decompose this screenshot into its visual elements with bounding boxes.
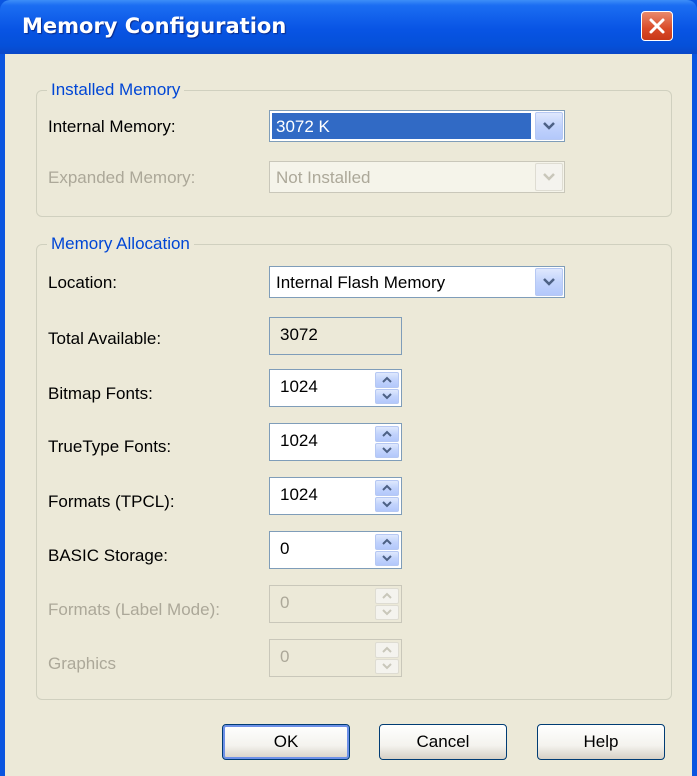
truetype-fonts-value: 1024 (280, 431, 318, 450)
basic-storage-label: BASIC Storage: (48, 546, 169, 565)
spin-up-button[interactable] (375, 426, 399, 442)
dropdown-button[interactable] (535, 163, 563, 191)
arrow-down-icon (382, 393, 392, 400)
bitmap-fonts-value: 1024 (280, 377, 318, 396)
arrow-down-icon (382, 447, 392, 454)
formats-label-mode-spinner[interactable]: 0 (269, 585, 402, 623)
graphics-label: Graphics (48, 654, 117, 673)
spin-up-button[interactable] (375, 534, 399, 550)
spin-down-button[interactable] (375, 496, 399, 512)
expanded-memory-select[interactable]: Not Installed (269, 161, 565, 193)
internal-memory-value: 3072 K (276, 117, 330, 136)
arrow-up-icon (382, 484, 392, 491)
internal-memory-select[interactable]: 3072 K (269, 110, 565, 142)
bitmap-fonts-label: Bitmap Fonts: (48, 384, 153, 403)
group-title: Memory Allocation (47, 234, 194, 254)
total-available-field: 3072 (269, 317, 402, 355)
dropdown-button[interactable] (535, 112, 563, 140)
graphics-value: 0 (280, 647, 290, 666)
spin-down-button[interactable] (375, 442, 399, 458)
arrow-down-icon (382, 609, 392, 616)
title-bar: Memory Configuration (0, 0, 697, 54)
arrow-up-icon (382, 430, 392, 437)
spin-down-button[interactable] (375, 604, 399, 620)
graphics-spinner[interactable]: 0 (269, 639, 402, 677)
total-available-label: Total Available: (48, 329, 162, 348)
spin-up-button[interactable] (375, 372, 399, 388)
formats-tpcl-spinner[interactable]: 1024 (269, 477, 402, 515)
spin-down-button[interactable] (375, 658, 399, 674)
location-label: Location: (48, 273, 117, 292)
group-title: Installed Memory (47, 80, 185, 100)
dialog-body: Installed Memory Internal Memory: 3072 K… (5, 54, 692, 776)
internal-memory-label: Internal Memory: (48, 117, 176, 136)
dropdown-button[interactable] (535, 268, 563, 296)
formats-label-mode-value: 0 (280, 593, 290, 612)
arrow-up-icon (382, 592, 392, 599)
formats-tpcl-value: 1024 (280, 485, 318, 504)
location-select[interactable]: Internal Flash Memory (269, 266, 565, 298)
spin-up-button[interactable] (375, 588, 399, 604)
cancel-button[interactable]: Cancel (379, 724, 507, 760)
arrow-up-icon (382, 646, 392, 653)
arrow-down-icon (382, 663, 392, 670)
chevron-down-icon (543, 122, 555, 130)
close-button[interactable] (641, 11, 673, 41)
chevron-down-icon (543, 173, 555, 181)
ok-button[interactable]: OK (222, 724, 350, 760)
spin-down-button[interactable] (375, 550, 399, 566)
arrow-up-icon (382, 376, 392, 383)
help-button[interactable]: Help (537, 724, 665, 760)
expanded-memory-label: Expanded Memory: (48, 168, 196, 187)
basic-storage-value: 0 (280, 539, 290, 558)
total-available-value: 3072 (280, 325, 318, 344)
spin-up-button[interactable] (375, 642, 399, 658)
location-value: Internal Flash Memory (276, 273, 446, 292)
basic-storage-spinner[interactable]: 0 (269, 531, 402, 569)
chevron-down-icon (543, 278, 555, 286)
window-title: Memory Configuration (22, 14, 287, 38)
bitmap-fonts-spinner[interactable]: 1024 (269, 369, 402, 407)
spin-down-button[interactable] (375, 388, 399, 404)
memory-configuration-dialog: Memory Configuration Installed Memory In… (0, 0, 697, 776)
arrow-down-icon (382, 501, 392, 508)
truetype-fonts-label: TrueType Fonts: (48, 437, 172, 456)
formats-tpcl-label: Formats (TPCL): (48, 492, 175, 511)
formats-label-mode-label: Formats (Label Mode): (48, 600, 220, 619)
close-icon (649, 18, 665, 34)
expanded-memory-value: Not Installed (276, 168, 371, 187)
arrow-up-icon (382, 538, 392, 545)
arrow-down-icon (382, 555, 392, 562)
spin-up-button[interactable] (375, 480, 399, 496)
memory-allocation-group: Memory Allocation (36, 234, 672, 700)
truetype-fonts-spinner[interactable]: 1024 (269, 423, 402, 461)
